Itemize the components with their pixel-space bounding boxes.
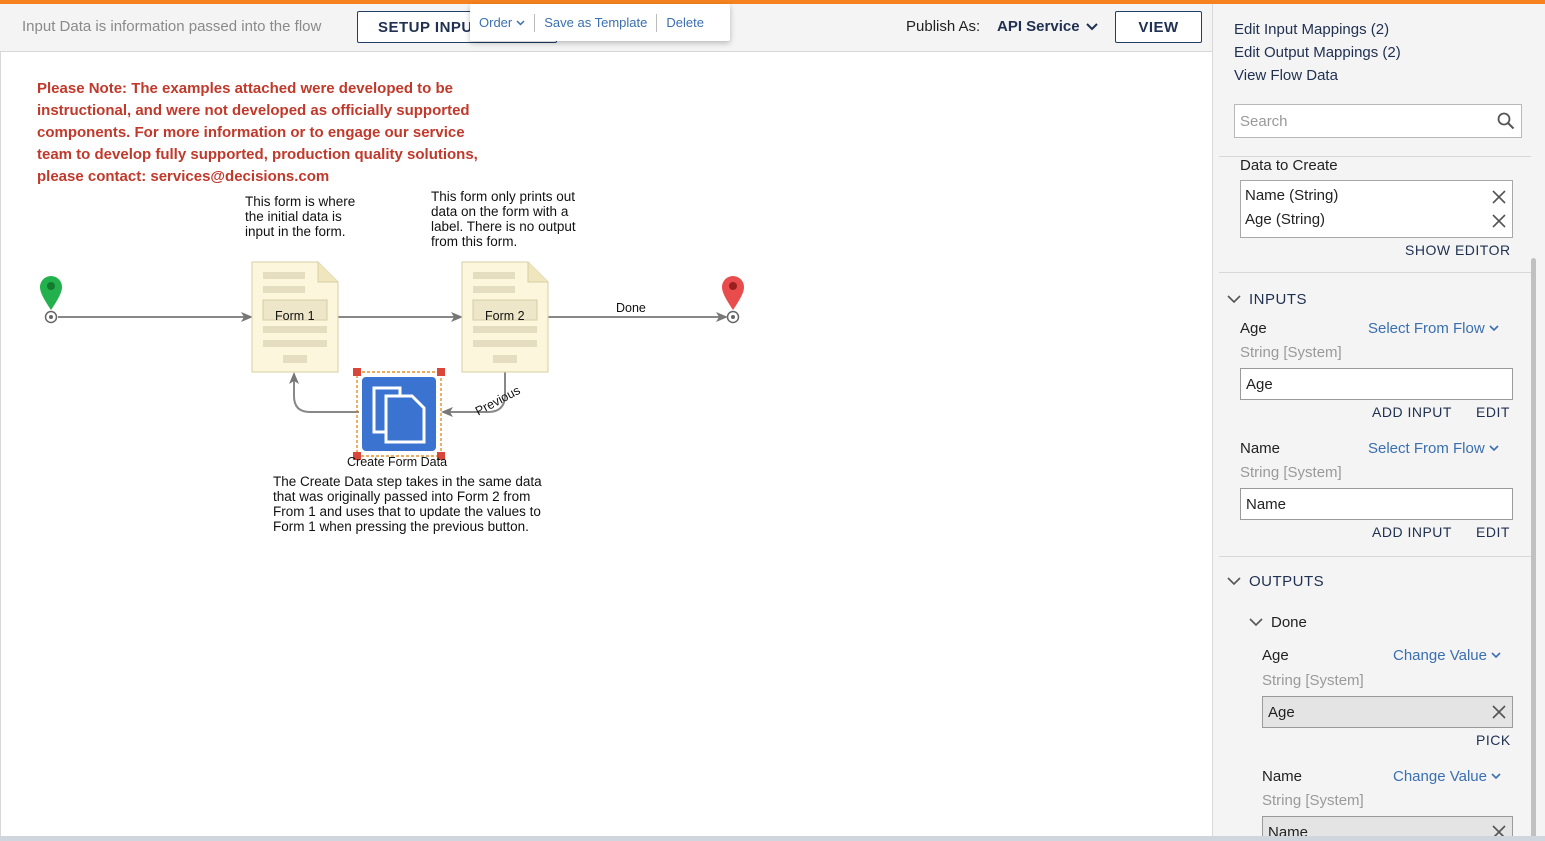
input-age-add-input-button[interactable]: ADD INPUT (1372, 404, 1452, 420)
input-name-add-input-button[interactable]: ADD INPUT (1372, 524, 1452, 540)
flow-diagram (40, 261, 744, 460)
chevron-down-icon (1491, 773, 1501, 780)
output-age-value: Age (1268, 703, 1295, 721)
inputs-section-label: INPUTS (1249, 291, 1308, 308)
outputs-done-header[interactable]: Done (1249, 614, 1307, 631)
input-age-type: String [System] (1240, 344, 1342, 361)
close-icon[interactable] (1492, 705, 1506, 719)
bottom-status-bar (0, 836, 1545, 841)
chevron-down-icon (1249, 618, 1263, 627)
show-editor-button[interactable]: SHOW EDITOR (1405, 242, 1511, 258)
panel-divider (1219, 556, 1531, 557)
form2-label: Form 2 (485, 309, 525, 323)
chevron-down-icon (1227, 577, 1241, 586)
input-name-edit-button[interactable]: EDIT (1476, 524, 1510, 540)
change-value-label: Change Value (1393, 647, 1487, 664)
chevron-down-icon (1227, 295, 1241, 304)
create-form-data-step-icon[interactable] (353, 368, 445, 460)
view-flow-data-link[interactable]: View Flow Data (1234, 67, 1338, 84)
output-age-type: String [System] (1262, 672, 1364, 689)
input-age-name: Age (1240, 320, 1267, 337)
close-icon[interactable] (1492, 190, 1506, 204)
properties-panel: Edit Input Mappings (2) Edit Output Mapp… (1212, 4, 1545, 841)
output-name-name: Name (1262, 768, 1303, 785)
app-window: Input Data is information passed into th… (0, 0, 1545, 841)
search-input[interactable] (1235, 105, 1475, 137)
search-icon[interactable] (1497, 112, 1515, 130)
panel-scrollbar[interactable] (1531, 258, 1536, 841)
output-age-field[interactable]: Age (1262, 696, 1513, 728)
select-from-flow-label: Select From Flow (1368, 320, 1485, 337)
outputs-done-label: Done (1271, 614, 1307, 631)
output-age-pick-button[interactable]: PICK (1476, 732, 1511, 748)
end-pin-icon[interactable] (722, 276, 744, 324)
input-name-type: String [System] (1240, 464, 1342, 481)
inputs-section-header[interactable]: INPUTS (1227, 291, 1307, 308)
edit-output-mappings-link[interactable]: Edit Output Mappings (2) (1234, 44, 1401, 61)
close-icon[interactable] (1492, 214, 1506, 228)
chevron-down-icon (1489, 325, 1499, 332)
create-to-form1-connector[interactable] (289, 372, 359, 413)
data-item-age: Age (String) (1245, 211, 1326, 228)
input-age-select[interactable]: Select From Flow (1368, 320, 1499, 337)
panel-divider (1219, 272, 1531, 273)
select-from-flow-label: Select From Flow (1368, 440, 1485, 457)
search-box (1234, 104, 1522, 138)
start-pin-icon[interactable] (40, 276, 62, 324)
input-name-field[interactable]: Name (1240, 488, 1513, 520)
data-to-create-list: Name (String) Age (String) (1240, 180, 1513, 238)
output-age-name: Age (1262, 647, 1289, 664)
output-name-select[interactable]: Change Value (1393, 768, 1501, 785)
done-outcome-label: Done (616, 301, 646, 315)
chevron-down-icon (1489, 445, 1499, 452)
data-item-name: Name (String) (1245, 187, 1339, 204)
data-to-create-label: Data to Create (1240, 157, 1338, 174)
outputs-section-header[interactable]: OUTPUTS (1227, 573, 1324, 590)
input-age-field[interactable]: Age (1240, 368, 1513, 400)
input-age-edit-button[interactable]: EDIT (1476, 404, 1510, 420)
edit-input-mappings-link[interactable]: Edit Input Mappings (2) (1234, 21, 1389, 38)
outputs-section-label: OUTPUTS (1249, 573, 1325, 590)
input-name-name: Name (1240, 440, 1281, 457)
input-name-select[interactable]: Select From Flow (1368, 440, 1499, 457)
create-form-data-label: Create Form Data (347, 455, 448, 469)
change-value-label: Change Value (1393, 768, 1487, 785)
output-age-select[interactable]: Change Value (1393, 647, 1501, 664)
form1-label: Form 1 (275, 309, 315, 323)
chevron-down-icon (1491, 652, 1501, 659)
output-name-type: String [System] (1262, 792, 1364, 809)
